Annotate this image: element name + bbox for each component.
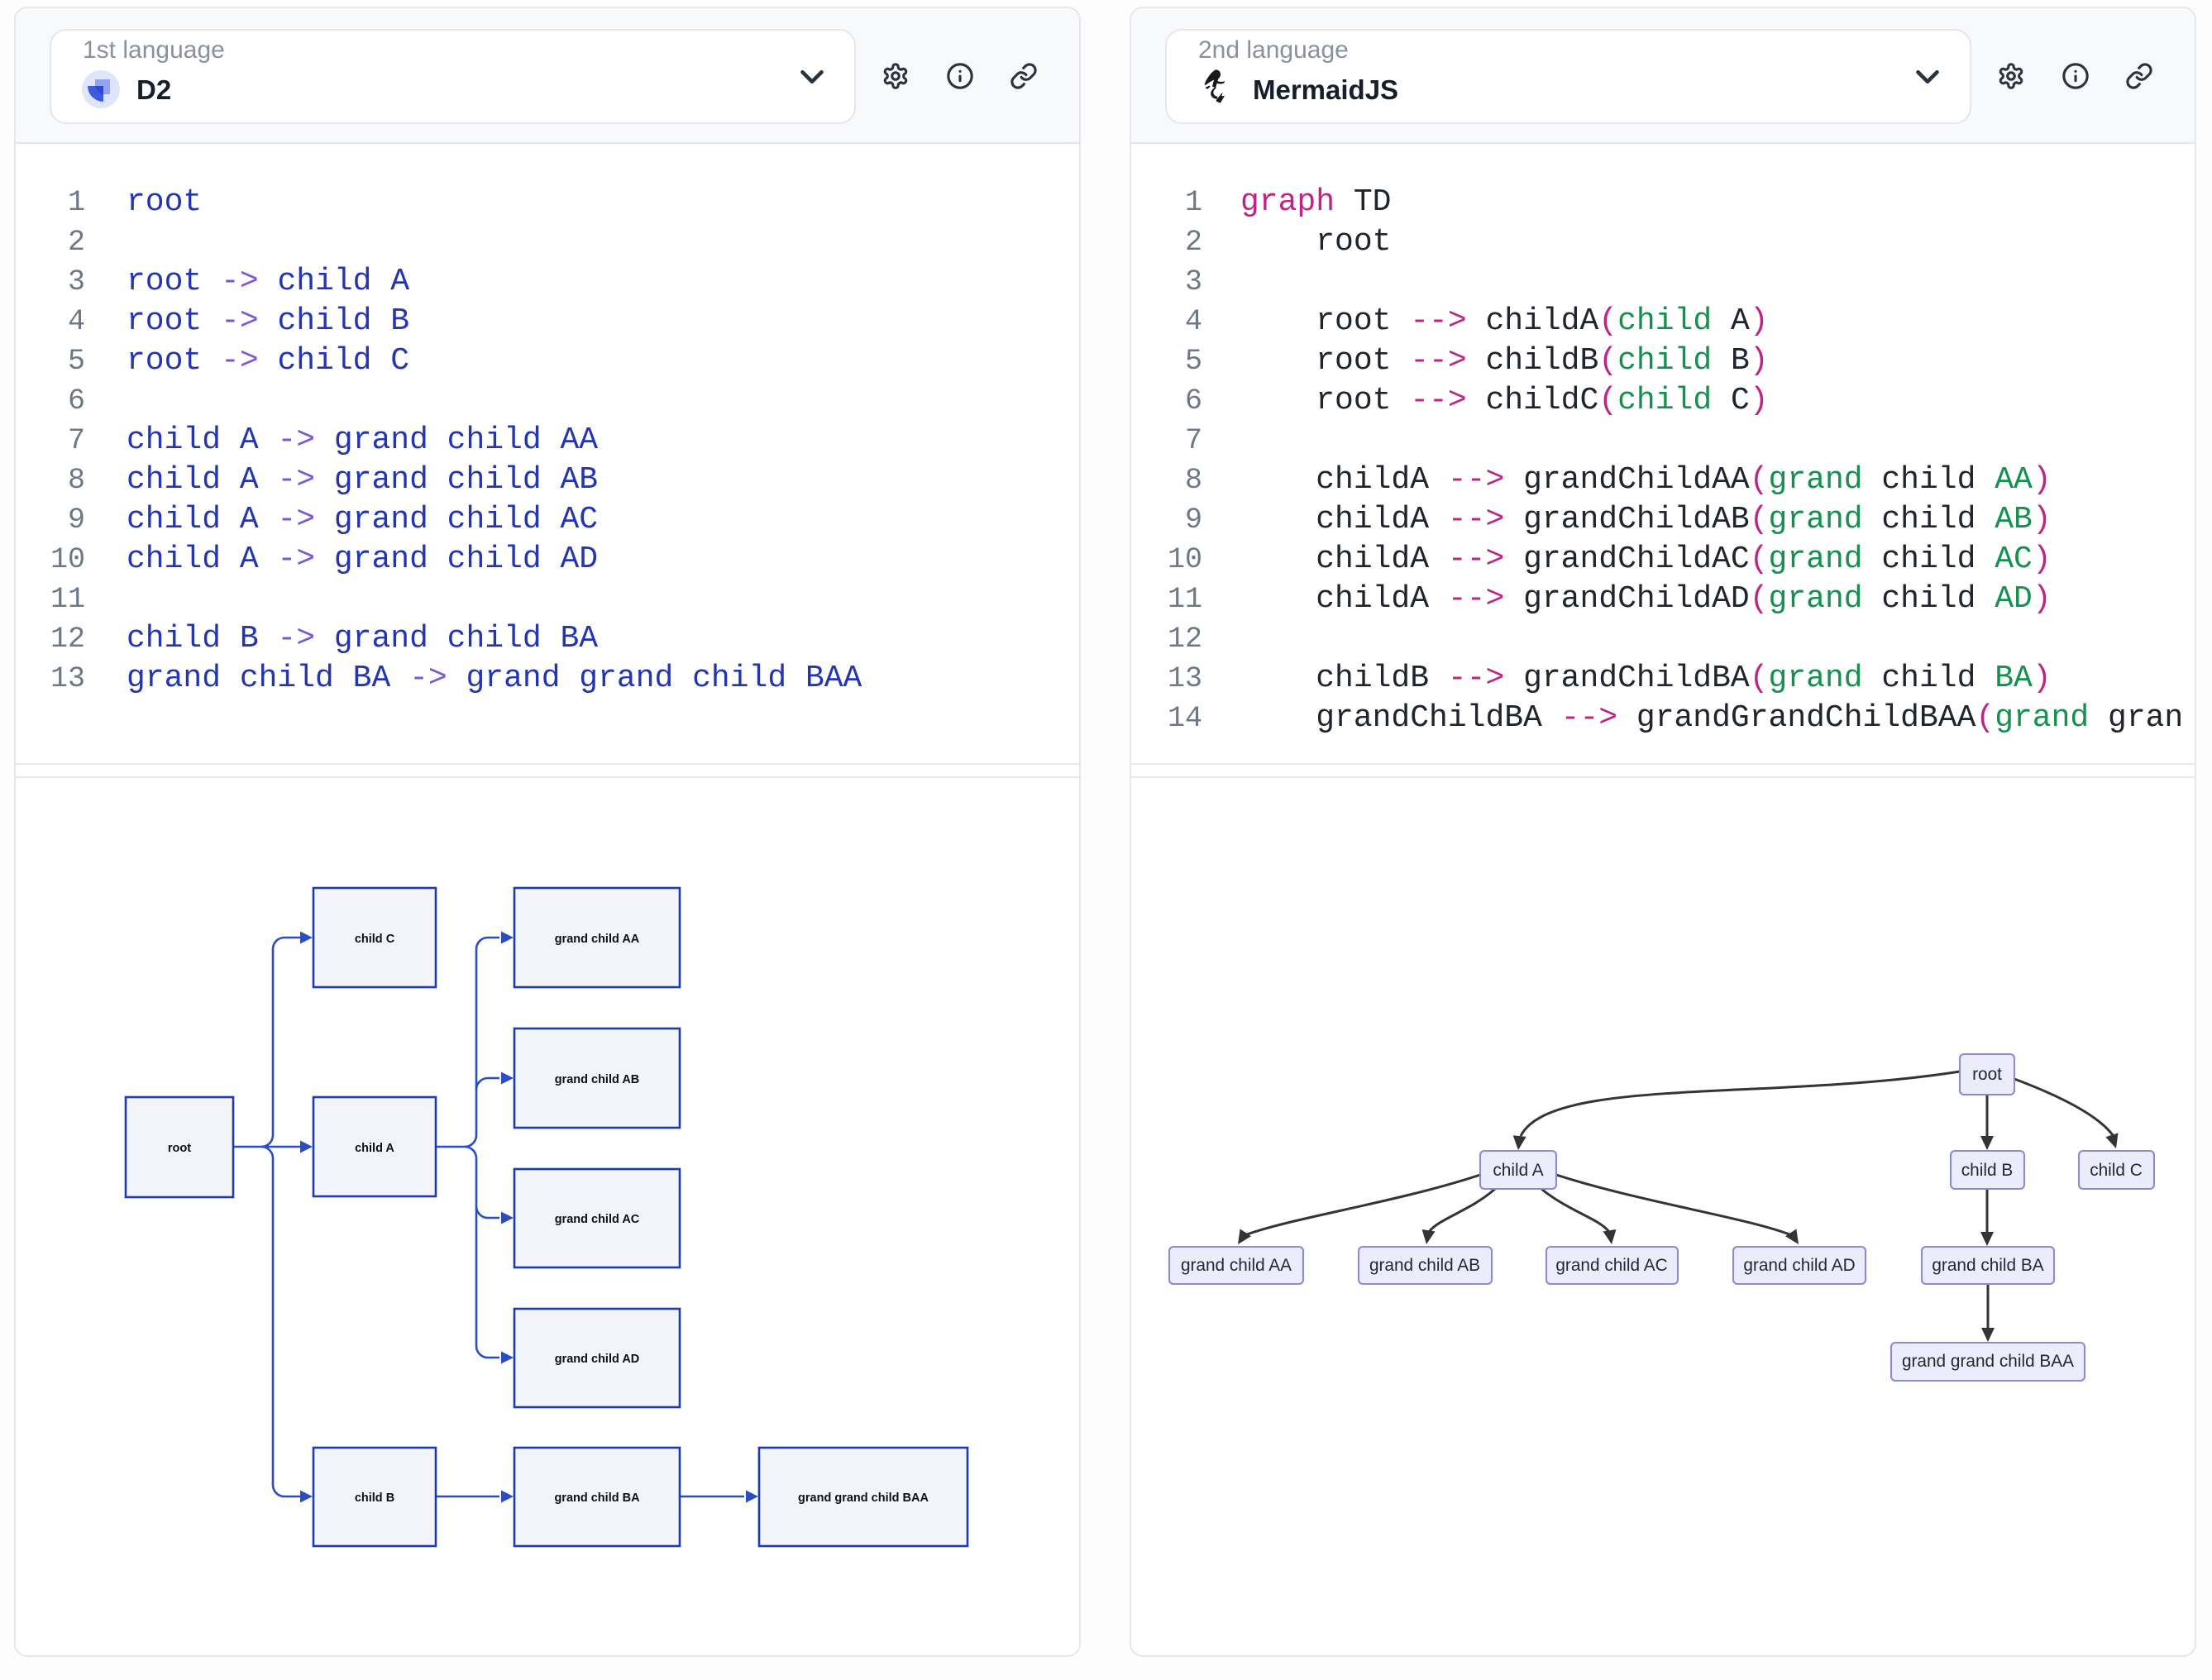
svg-text:grand child AC: grand child AC <box>555 1213 640 1226</box>
svg-text:grand child BA: grand child BA <box>1932 1256 2043 1275</box>
svg-text:grand child BA: grand child BA <box>554 1491 640 1505</box>
svg-text:grand child AD: grand child AD <box>555 1353 640 1366</box>
svg-text:root: root <box>168 1142 191 1155</box>
svg-text:root: root <box>1972 1065 2002 1084</box>
svg-text:grand grand child BAA: grand grand child BAA <box>798 1491 929 1505</box>
svg-text:child A: child A <box>355 1142 394 1155</box>
svg-text:grand child AB: grand child AB <box>1369 1256 1480 1275</box>
svg-text:grand grand child BAA: grand grand child BAA <box>1902 1352 2074 1371</box>
svg-text:child C: child C <box>355 933 395 946</box>
svg-text:grand child AA: grand child AA <box>1181 1256 1292 1275</box>
svg-text:grand child AB: grand child AB <box>555 1073 640 1086</box>
svg-text:grand child AA: grand child AA <box>555 933 640 946</box>
svg-text:grand child AD: grand child AD <box>1743 1256 1855 1275</box>
svg-text:grand child AC: grand child AC <box>1555 1256 1667 1275</box>
svg-text:child C: child C <box>2090 1161 2143 1180</box>
svg-text:child A: child A <box>1493 1161 1543 1180</box>
svg-text:child B: child B <box>1961 1161 2013 1180</box>
svg-text:child B: child B <box>355 1491 394 1505</box>
